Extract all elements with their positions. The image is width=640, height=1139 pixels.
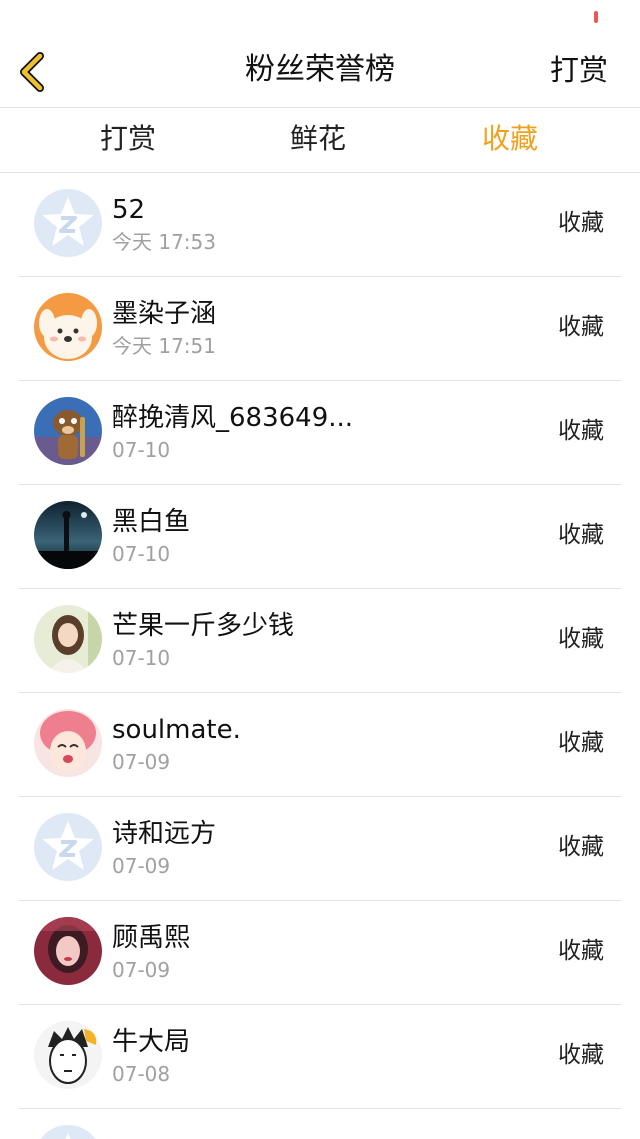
fan-time: 今天 17:51 [112, 334, 216, 358]
fan-name: 诗和远方 [112, 819, 217, 849]
tab-flowers[interactable]: 鲜花 [258, 120, 378, 158]
fan-name: 牛大局 [112, 1027, 191, 1057]
list-item[interactable]: 顾禹熙 07-09 收藏 [0, 901, 640, 1005]
nav-bar: 粉丝荣誉榜 打赏 [0, 36, 640, 108]
list-item[interactable]: 52 今天 17:53 收藏 [0, 173, 640, 277]
tab-bar: 打赏 鲜花 收藏 [0, 108, 640, 173]
fan-name: 芒果一斤多少钱 [112, 611, 295, 641]
fan-name: 醉挽清风_683649... [112, 403, 354, 433]
fan-name: soulmate. [112, 715, 241, 745]
fan-name: 墨染子涵 [112, 299, 217, 329]
battery-indicator [594, 11, 598, 23]
girl-portrait-avatar [34, 917, 102, 985]
list-item[interactable]: soulmate. 07-09 收藏 [0, 693, 640, 797]
fan-list: 52 今天 17:53 收藏 墨染子涵 今天 17:51 收藏 醉挽清风_683… [0, 173, 640, 1139]
fan-name: 黑白鱼 [112, 507, 191, 537]
page-title: 粉丝荣誉榜 [245, 52, 395, 87]
reward-button[interactable]: 打赏 [550, 50, 608, 90]
support-type: 收藏 [558, 1042, 604, 1068]
girl-photo-avatar [34, 605, 102, 673]
support-type: 收藏 [558, 730, 604, 756]
fan-time: 07-10 [112, 646, 171, 670]
cartoon-dog-avatar [34, 293, 102, 361]
list-item[interactable]: 醉挽清风_683649... 07-10 收藏 [0, 381, 640, 485]
support-type: 收藏 [558, 938, 604, 964]
night-scene-avatar [34, 501, 102, 569]
fan-time: 今天 17:53 [112, 230, 216, 254]
default-qq-avatar [34, 1125, 102, 1139]
support-type: 收藏 [558, 834, 604, 860]
fan-time: 07-09 [112, 958, 171, 982]
status-bar [0, 0, 640, 36]
list-item[interactable]: 黑白鱼 07-10 收藏 [0, 485, 640, 589]
list-item[interactable]: 牛大局 07-08 收藏 [0, 1005, 640, 1109]
cartoon-boy-avatar [34, 1021, 102, 1089]
default-qq-avatar [34, 813, 102, 881]
fan-time: 07-09 [112, 750, 171, 774]
fan-time: 07-10 [112, 542, 171, 566]
list-item[interactable]: 芒果一斤多少钱 07-10 收藏 [0, 589, 640, 693]
support-type: 收藏 [558, 522, 604, 548]
fan-name: 52 [112, 195, 146, 225]
fan-time: 07-09 [112, 854, 171, 878]
support-type: 收藏 [558, 314, 604, 340]
fan-time: 07-10 [112, 438, 171, 462]
tab-reward[interactable]: 打赏 [68, 120, 188, 158]
fan-honor-page: 粉丝荣誉榜 打赏 打赏 鲜花 收藏 52 今天 17:53 收藏 墨染子涵 今天… [0, 0, 640, 1139]
cartoon-squirrel-avatar [34, 397, 102, 465]
support-type: 收藏 [558, 418, 604, 444]
default-qq-avatar [34, 189, 102, 257]
list-item[interactable]: 诗和远方 07-09 收藏 [0, 797, 640, 901]
tab-favorites[interactable]: 收藏 [450, 120, 570, 158]
support-type: 收藏 [558, 210, 604, 236]
list-item[interactable] [0, 1109, 640, 1139]
anime-girl-avatar [34, 709, 102, 777]
support-type: 收藏 [558, 626, 604, 652]
fan-time: 07-08 [112, 1062, 171, 1086]
fan-name: 顾禹熙 [112, 923, 191, 953]
list-item[interactable]: 墨染子涵 今天 17:51 收藏 [0, 277, 640, 381]
